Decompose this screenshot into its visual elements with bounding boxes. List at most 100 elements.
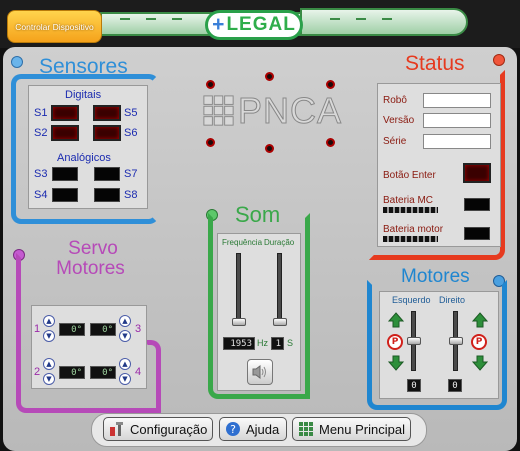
- status-label-version: Versão: [383, 115, 415, 126]
- indicator-dot: [326, 138, 335, 147]
- servo-label-2: 2: [34, 366, 41, 378]
- servo4-display: 0°: [90, 366, 116, 379]
- indicator-dot: [206, 80, 215, 89]
- frequency-label: Frequência: [222, 238, 263, 247]
- right-motor-label: Direito: [439, 295, 466, 305]
- right-brake-button[interactable]: P: [471, 334, 487, 350]
- top-banner: Controlar Dispositivo + LEGAL: [0, 0, 520, 48]
- battery-mc-bar: [383, 207, 438, 213]
- version-field: [423, 113, 491, 128]
- sensor-label-s5: S5: [124, 107, 138, 119]
- sensors-title: Sensores: [39, 55, 128, 78]
- servo-label-1: 1: [34, 323, 41, 335]
- main-panel: Sensores Digitais S1 S5 S2 S6 Analógicos…: [3, 47, 517, 451]
- enter-button-led: [463, 163, 491, 183]
- left-reverse-button[interactable]: [387, 355, 405, 375]
- sensor-display-s4: [52, 188, 78, 202]
- duration-unit: S: [287, 338, 294, 348]
- help-button[interactable]: ? Ajuda: [219, 417, 287, 441]
- left-brake-button[interactable]: P: [387, 334, 403, 350]
- left-motor-display: 0: [407, 379, 421, 392]
- indicator-dot: [326, 80, 335, 89]
- digital-label: Digitais: [65, 89, 102, 101]
- play-sound-button[interactable]: [247, 359, 273, 385]
- sensor-label-s2: S2: [34, 127, 48, 139]
- arrow-up-icon: [471, 312, 489, 328]
- corner-dot-blue: [11, 56, 23, 68]
- enter-button-label: Botão Enter: [383, 170, 436, 181]
- left-forward-button[interactable]: [387, 312, 405, 332]
- sensor-label-s7: S7: [124, 168, 138, 180]
- servo4-up-button[interactable]: ▲: [119, 358, 131, 370]
- sensor-display-s8: [94, 188, 120, 202]
- right-motor-display: 0: [448, 379, 462, 392]
- logo-plus: +: [212, 13, 226, 36]
- top-rail-right: [300, 8, 468, 36]
- sound-title: Som: [235, 202, 281, 227]
- duration-slider-thumb[interactable]: [273, 318, 287, 326]
- main-menu-label: Menu Principal: [319, 421, 405, 437]
- sensor-led-s6: [93, 125, 121, 141]
- servo2-down-button[interactable]: ▼: [43, 373, 55, 385]
- rail-tick: [330, 18, 340, 20]
- sensor-label-s1: S1: [34, 107, 48, 119]
- frequency-slider-thumb[interactable]: [232, 318, 246, 326]
- servo3-up-button[interactable]: ▲: [119, 315, 131, 327]
- left-motor-slider-thumb[interactable]: [407, 337, 421, 345]
- sensor-led-s2: [51, 125, 79, 141]
- servo2-up-button[interactable]: ▲: [43, 358, 55, 370]
- right-reverse-button[interactable]: [471, 355, 489, 375]
- legal-logo: + LEGAL: [205, 10, 303, 40]
- servo4-down-button[interactable]: ▼: [119, 373, 131, 385]
- frequency-slider-track[interactable]: [236, 253, 241, 325]
- sensor-display-s7: [94, 167, 120, 181]
- servo-title-line2: Motores: [56, 258, 125, 279]
- battery-motor-display: [464, 227, 490, 240]
- servo1-display: 0°: [59, 323, 85, 336]
- corner-dot-red: [493, 54, 505, 66]
- servo-label-4: 4: [135, 366, 142, 378]
- motors-title: Motores: [401, 266, 470, 287]
- indicator-dot: [265, 72, 274, 81]
- duration-display: 1: [271, 337, 284, 350]
- right-forward-button[interactable]: [471, 312, 489, 332]
- pnca-text: PNCA: [237, 90, 342, 132]
- indicator-dot: [206, 138, 215, 147]
- configuration-label: Configuração: [130, 421, 208, 437]
- arrow-up-icon: [387, 312, 405, 328]
- arrow-down-icon: [471, 355, 489, 371]
- frequency-display: 1953: [223, 337, 255, 350]
- sensor-label-s3: S3: [34, 168, 48, 180]
- help-label: Ajuda: [246, 421, 280, 437]
- servo3-display: 0°: [90, 323, 116, 336]
- servo2-display: 0°: [59, 366, 85, 379]
- sensor-led-s1: [51, 105, 79, 121]
- duration-slider-track[interactable]: [277, 253, 282, 325]
- servo1-up-button[interactable]: ▲: [43, 315, 55, 327]
- battery-mc-label: Bateria MC: [383, 195, 434, 206]
- analog-label: Analógicos: [57, 152, 111, 164]
- indicator-dot: [265, 144, 274, 153]
- servo3-down-button[interactable]: ▼: [119, 330, 131, 342]
- sensor-led-s5: [93, 105, 121, 121]
- pnca-logo: PNCA: [202, 90, 342, 132]
- sensor-label-s4: S4: [34, 189, 48, 201]
- pnca-grid-icon: [203, 95, 234, 126]
- logo-text: LEGAL: [226, 14, 296, 35]
- sensor-label-s8: S8: [124, 189, 138, 201]
- servo1-down-button[interactable]: ▼: [43, 330, 55, 342]
- configuration-button[interactable]: Configuração: [103, 417, 213, 441]
- right-motor-slider-thumb[interactable]: [449, 337, 463, 345]
- control-device-button[interactable]: Controlar Dispositivo: [7, 10, 102, 43]
- arrow-down-icon: [387, 355, 405, 371]
- sensor-display-s3: [52, 167, 78, 181]
- serial-field: [423, 134, 491, 149]
- frequency-unit: Hz: [257, 338, 268, 348]
- tools-icon: [108, 421, 126, 437]
- main-menu-button[interactable]: Menu Principal: [292, 417, 411, 441]
- battery-mc-display: [464, 198, 490, 211]
- grid-menu-icon: [297, 421, 315, 437]
- rail-tick: [382, 18, 392, 20]
- servo-label-3: 3: [135, 323, 142, 335]
- rail-tick: [172, 18, 182, 20]
